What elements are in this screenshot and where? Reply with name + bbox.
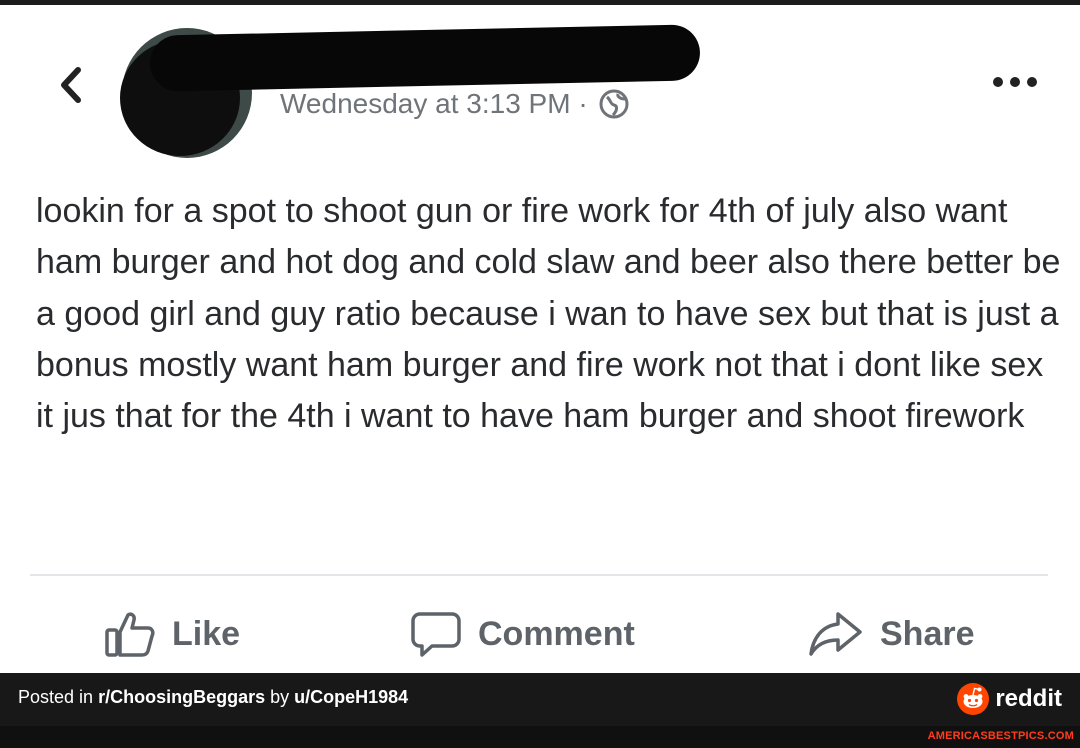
reddit-logo: reddit (957, 683, 1062, 715)
comment-label: Comment (478, 614, 635, 653)
attribution: Posted in r/ChoosingBeggars by u/CopeH19… (18, 687, 408, 708)
thumbs-up-icon (105, 612, 155, 657)
top-border (0, 0, 1080, 5)
posted-in-label: Posted in (18, 687, 94, 707)
post-body: lookin for a spot to shoot gun or fire w… (36, 192, 1061, 436)
divider (30, 574, 1048, 576)
user-link[interactable]: u/CopeH1984 (294, 687, 408, 707)
post-timestamp[interactable]: Wednesday at 3:13 PM · (280, 88, 588, 120)
by-label: by (270, 687, 290, 707)
share-label: Share (880, 614, 975, 653)
more-options-button[interactable] (990, 70, 1040, 94)
like-label: Like (172, 614, 241, 653)
globe-icon (599, 89, 629, 119)
speech-bubble-icon (411, 612, 461, 657)
share-arrow-icon (809, 612, 862, 656)
reddit-footer: Posted in r/ChoosingBeggars by u/CopeH19… (0, 673, 1080, 726)
reddit-alien-icon (957, 683, 990, 715)
back-button[interactable] (52, 60, 92, 110)
comment-button[interactable]: Comment (410, 610, 635, 658)
chevron-left-icon (61, 67, 81, 103)
post-meta: Wednesday at 3:13 PM · (280, 88, 630, 120)
watermark-bar: AMERICASBESTPICS.COM (0, 726, 1080, 748)
subreddit-link[interactable]: r/ChoosingBeggars (98, 687, 265, 707)
ellipsis-icon (993, 77, 1037, 87)
share-button[interactable]: Share (808, 610, 975, 658)
site-watermark: AMERICASBESTPICS.COM (927, 730, 1074, 742)
name-redaction (149, 24, 701, 92)
reddit-wordmark: reddit (995, 685, 1062, 712)
like-button[interactable]: Like (104, 610, 240, 658)
